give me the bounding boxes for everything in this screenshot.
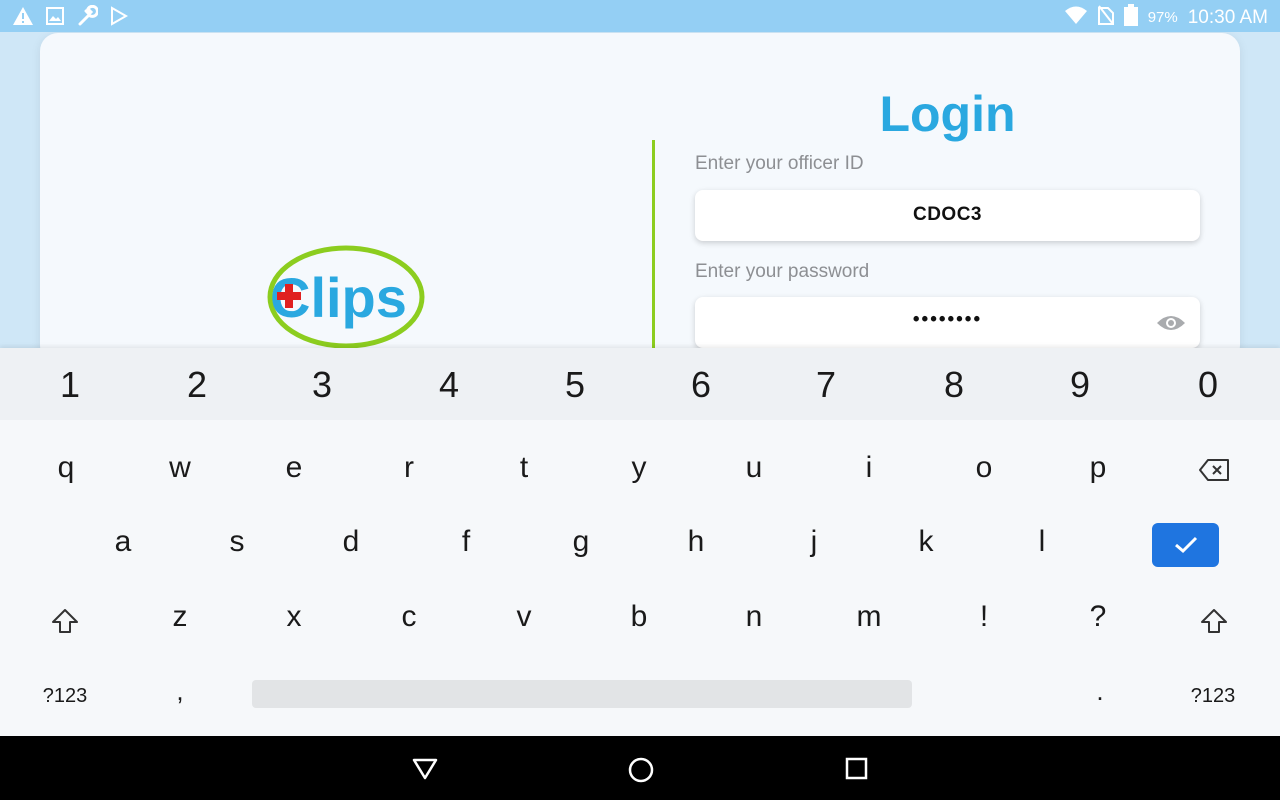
no-sim-icon bbox=[1097, 5, 1114, 30]
key-y[interactable]: y bbox=[609, 451, 669, 485]
page-title: Login bbox=[879, 86, 1016, 142]
key-n[interactable]: n bbox=[724, 600, 784, 634]
key-2[interactable]: 2 bbox=[167, 364, 227, 406]
key-l[interactable]: l bbox=[1012, 525, 1072, 559]
recents-icon[interactable] bbox=[845, 757, 869, 786]
app-background: Clips Login Enter your officer ID CDOC3 … bbox=[0, 32, 1280, 348]
clips-logo: Clips bbox=[266, 245, 426, 348]
key-r[interactable]: r bbox=[379, 451, 439, 485]
key-1[interactable]: 1 bbox=[40, 364, 100, 406]
key-4[interactable]: 4 bbox=[419, 364, 479, 406]
play-store-icon bbox=[110, 6, 129, 31]
backspace-icon bbox=[1199, 459, 1229, 481]
battery-percent: 97% bbox=[1147, 9, 1178, 26]
shift-key-right[interactable] bbox=[1199, 606, 1229, 636]
key-h[interactable]: h bbox=[666, 525, 726, 559]
soft-keyboard: 1 2 3 4 5 6 7 8 9 0 q w e r t y u i o p … bbox=[0, 348, 1280, 736]
key-c[interactable]: c bbox=[379, 600, 439, 634]
key-q[interactable]: q bbox=[36, 451, 96, 485]
key-k[interactable]: k bbox=[896, 525, 956, 559]
key-m[interactable]: m bbox=[839, 600, 899, 634]
key-z[interactable]: z bbox=[150, 600, 210, 634]
key-comma[interactable]: , bbox=[140, 676, 220, 707]
key-j[interactable]: j bbox=[784, 525, 844, 559]
checkmark-icon bbox=[1174, 536, 1197, 554]
clock: 10:30 AM bbox=[1187, 6, 1268, 28]
key-o[interactable]: o bbox=[954, 451, 1014, 485]
key-u[interactable]: u bbox=[724, 451, 784, 485]
divider bbox=[652, 140, 655, 348]
eye-icon[interactable] bbox=[1156, 313, 1186, 338]
key-t[interactable]: t bbox=[494, 451, 554, 485]
warning-icon bbox=[12, 6, 34, 31]
spacebar[interactable] bbox=[252, 680, 912, 708]
key-g[interactable]: g bbox=[551, 525, 611, 559]
shift-key-left[interactable] bbox=[50, 606, 80, 636]
backspace-key[interactable] bbox=[1194, 456, 1234, 484]
enter-button[interactable] bbox=[1152, 523, 1219, 567]
symbols-key-right[interactable]: ?123 bbox=[1173, 685, 1253, 708]
key-i[interactable]: i bbox=[839, 451, 899, 485]
key-3[interactable]: 3 bbox=[292, 364, 352, 406]
key-9[interactable]: 9 bbox=[1050, 364, 1110, 406]
key-v[interactable]: v bbox=[494, 600, 554, 634]
key-f[interactable]: f bbox=[436, 525, 496, 559]
key-d[interactable]: d bbox=[321, 525, 381, 559]
key-x[interactable]: x bbox=[264, 600, 324, 634]
key-8[interactable]: 8 bbox=[924, 364, 984, 406]
key-7[interactable]: 7 bbox=[796, 364, 856, 406]
symbols-key-left[interactable]: ?123 bbox=[25, 685, 105, 708]
password-field[interactable]: •••••••• bbox=[695, 297, 1200, 348]
navigation-bar bbox=[0, 736, 1280, 800]
wrench-icon bbox=[76, 4, 99, 32]
key-period[interactable]: . bbox=[1060, 676, 1140, 707]
login-card: Clips Login Enter your officer ID CDOC3 … bbox=[40, 33, 1240, 348]
key-b[interactable]: b bbox=[609, 600, 669, 634]
officer-id-label: Enter your officer ID bbox=[695, 153, 864, 174]
key-p[interactable]: p bbox=[1068, 451, 1128, 485]
officer-id-value: CDOC3 bbox=[912, 204, 982, 225]
officer-id-field[interactable]: CDOC3 bbox=[695, 190, 1200, 241]
battery-icon bbox=[1123, 4, 1138, 31]
wifi-icon bbox=[1064, 5, 1088, 30]
number-row: 1 2 3 4 5 6 7 8 9 0 bbox=[0, 348, 1280, 420]
key-w[interactable]: w bbox=[150, 451, 210, 485]
key-e[interactable]: e bbox=[264, 451, 324, 485]
image-icon bbox=[46, 7, 64, 30]
back-icon[interactable] bbox=[412, 758, 438, 785]
password-label: Enter your password bbox=[695, 261, 870, 282]
key-0[interactable]: 0 bbox=[1178, 364, 1238, 406]
key-6[interactable]: 6 bbox=[671, 364, 731, 406]
key-a[interactable]: a bbox=[93, 525, 153, 559]
key-s[interactable]: s bbox=[207, 525, 267, 559]
key-5[interactable]: 5 bbox=[545, 364, 605, 406]
key-exclamation[interactable]: ! bbox=[954, 600, 1014, 634]
key-question[interactable]: ? bbox=[1068, 600, 1128, 634]
shift-icon bbox=[52, 609, 78, 633]
status-bar: 97% 10:30 AM bbox=[0, 0, 1280, 32]
home-icon[interactable] bbox=[627, 756, 655, 789]
password-value: •••••••• bbox=[912, 309, 983, 330]
shift-icon bbox=[1201, 609, 1227, 633]
